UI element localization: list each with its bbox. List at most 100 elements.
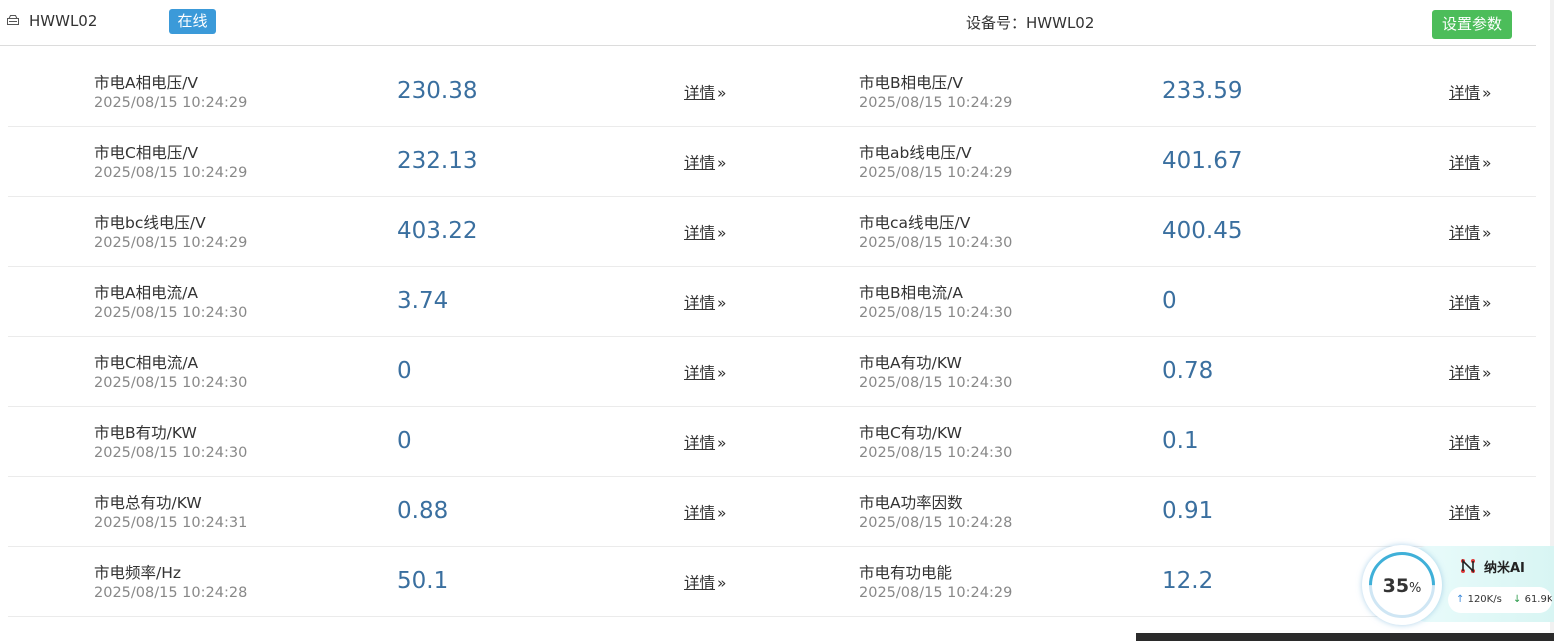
reading-label: 市电有功电能 bbox=[859, 564, 953, 582]
detail-link[interactable]: 详情» bbox=[684, 571, 727, 593]
table-row: 市电C相电流/A 2025/08/15 10:24:30 0 详情» 市电A有功/KW 2… bbox=[8, 337, 1536, 407]
table-row: 市电总有功/KW 2025/08/15 10:24:31 0.88 详情» 市电A功率因… bbox=[8, 477, 1536, 547]
reading-value: 0.78 bbox=[1162, 358, 1214, 384]
set-parameters-button[interactable]: 设置参数 bbox=[1432, 10, 1512, 39]
double-chevron-icon: » bbox=[1482, 504, 1492, 522]
detail-link[interactable]: 详情» bbox=[684, 501, 727, 523]
reading-label: 市电A相电流/A bbox=[94, 284, 198, 302]
device-header: HWWL02 在线 设备号：HWWL02 设置参数 bbox=[0, 0, 1536, 46]
reading-value: 232.13 bbox=[397, 148, 478, 174]
detail-link[interactable]: 详情» bbox=[1449, 361, 1492, 383]
reading-timestamp: 2025/08/15 10:24:30 bbox=[859, 375, 1013, 391]
double-chevron-icon: » bbox=[717, 84, 727, 102]
table-row: 市电A相电压/V 2025/08/15 10:24:29 230.38 详情» 市电B相… bbox=[8, 57, 1536, 127]
detail-link[interactable]: 详情» bbox=[684, 431, 727, 453]
table-row: 市电B有功/KW 2025/08/15 10:24:30 0 详情» 市电C有功/KW 2… bbox=[8, 407, 1536, 477]
reading-label: 市电ab线电压/V bbox=[859, 144, 972, 162]
reading-label: 市电B相电压/V bbox=[859, 74, 963, 92]
reading-value: 0.91 bbox=[1162, 498, 1214, 524]
reading-timestamp: 2025/08/15 10:24:30 bbox=[859, 305, 1013, 321]
speed-widget[interactable]: 35% 纳米AI ↑ 120K/s ↓ 61.9K/s bbox=[1355, 538, 1554, 632]
double-chevron-icon: » bbox=[1482, 294, 1492, 312]
device-name: HWWL02 bbox=[29, 12, 98, 30]
double-chevron-icon: » bbox=[717, 574, 727, 592]
reading-label: 市电C相电流/A bbox=[94, 354, 199, 372]
reading-timestamp: 2025/08/15 10:24:28 bbox=[94, 585, 248, 601]
double-chevron-icon: » bbox=[1482, 364, 1492, 382]
reading-value: 401.67 bbox=[1162, 148, 1243, 174]
reading-label: 市电ca线电压/V bbox=[859, 214, 971, 232]
reading-value: 0.88 bbox=[397, 498, 449, 524]
double-chevron-icon: » bbox=[717, 154, 727, 172]
reading-label: 市电B有功/KW bbox=[94, 424, 197, 442]
double-chevron-icon: » bbox=[717, 224, 727, 242]
table-row: 市电频率/Hz 2025/08/15 10:24:28 50.1 详情» 市电有功电能 2… bbox=[8, 547, 1536, 617]
reading-label: 市电C有功/KW bbox=[859, 424, 962, 442]
cpu-gauge[interactable]: 35% bbox=[1355, 538, 1449, 632]
detail-link[interactable]: 详情» bbox=[684, 151, 727, 173]
reading-timestamp: 2025/08/15 10:24:30 bbox=[859, 445, 1013, 461]
readings-list: 市电A相电压/V 2025/08/15 10:24:29 230.38 详情» 市电B相… bbox=[8, 57, 1536, 617]
detail-link[interactable]: 详情» bbox=[1449, 151, 1492, 173]
double-chevron-icon: » bbox=[1482, 224, 1492, 242]
down-arrow-icon: ↓ bbox=[1513, 594, 1522, 605]
detail-link[interactable]: 详情» bbox=[684, 221, 727, 243]
reading-value: 403.22 bbox=[397, 218, 478, 244]
reading-value: 50.1 bbox=[397, 568, 449, 594]
reading-value: 3.74 bbox=[397, 288, 449, 314]
reading-timestamp: 2025/08/15 10:24:29 bbox=[859, 585, 1013, 601]
reading-timestamp: 2025/08/15 10:24:29 bbox=[859, 165, 1013, 181]
reading-value: 0 bbox=[397, 358, 412, 384]
reading-timestamp: 2025/08/15 10:24:29 bbox=[94, 235, 248, 251]
reading-value: 12.2 bbox=[1162, 568, 1214, 594]
detail-link[interactable]: 详情» bbox=[1449, 81, 1492, 103]
reading-timestamp: 2025/08/15 10:24:30 bbox=[94, 305, 248, 321]
device-number: 设备号：HWWL02 bbox=[966, 14, 1095, 32]
detail-link[interactable]: 详情» bbox=[684, 361, 727, 383]
table-row: 市电bc线电压/V 2025/08/15 10:24:29 403.22 详情» 市电c… bbox=[8, 197, 1536, 267]
reading-timestamp: 2025/08/15 10:24:31 bbox=[94, 515, 248, 531]
reading-label: 市电A相电压/V bbox=[94, 74, 198, 92]
double-chevron-icon: » bbox=[717, 504, 727, 522]
reading-label: 市电bc线电压/V bbox=[94, 214, 206, 232]
reading-value: 0.1 bbox=[1162, 428, 1199, 454]
upload-speed: 120K/s bbox=[1467, 594, 1502, 605]
reading-value: 230.38 bbox=[397, 78, 478, 104]
network-stats: ↑ 120K/s ↓ 61.9K/s bbox=[1448, 587, 1552, 613]
double-chevron-icon: » bbox=[1482, 434, 1492, 452]
detail-link[interactable]: 详情» bbox=[1449, 221, 1492, 243]
up-arrow-icon: ↑ bbox=[1456, 594, 1465, 605]
device-icon bbox=[7, 15, 19, 25]
reading-value: 0 bbox=[1162, 288, 1177, 314]
double-chevron-icon: » bbox=[717, 434, 727, 452]
reading-value: 233.59 bbox=[1162, 78, 1243, 104]
double-chevron-icon: » bbox=[717, 364, 727, 382]
reading-timestamp: 2025/08/15 10:24:28 bbox=[859, 515, 1013, 531]
reading-label: 市电B相电流/A bbox=[859, 284, 963, 302]
double-chevron-icon: » bbox=[1482, 84, 1492, 102]
reading-timestamp: 2025/08/15 10:24:29 bbox=[94, 165, 248, 181]
logo-icon bbox=[1461, 559, 1475, 573]
detail-link[interactable]: 详情» bbox=[684, 291, 727, 313]
reading-value: 400.45 bbox=[1162, 218, 1243, 244]
detail-link[interactable]: 详情» bbox=[1449, 501, 1492, 523]
reading-timestamp: 2025/08/15 10:24:30 bbox=[859, 235, 1013, 251]
reading-value: 0 bbox=[397, 428, 412, 454]
double-chevron-icon: » bbox=[717, 294, 727, 312]
reading-label: 市电频率/Hz bbox=[94, 564, 182, 582]
reading-timestamp: 2025/08/15 10:24:29 bbox=[859, 95, 1013, 111]
reading-label: 市电A有功/KW bbox=[859, 354, 962, 372]
detail-link[interactable]: 详情» bbox=[1449, 431, 1492, 453]
gauge-percent: 35% bbox=[1382, 575, 1422, 597]
table-row: 市电A相电流/A 2025/08/15 10:24:30 3.74 详情» 市电B相电流… bbox=[8, 267, 1536, 337]
widget-brand: 纳米AI bbox=[1484, 561, 1525, 576]
reading-label: 市电C相电压/V bbox=[94, 144, 199, 162]
table-row: 市电C相电压/V 2025/08/15 10:24:29 232.13 详情» 市电ab… bbox=[8, 127, 1536, 197]
double-chevron-icon: » bbox=[1482, 154, 1492, 172]
status-badge: 在线 bbox=[169, 9, 216, 34]
reading-label: 市电A功率因数 bbox=[859, 494, 963, 512]
reading-timestamp: 2025/08/15 10:24:30 bbox=[94, 445, 248, 461]
download-speed: 61.9K/s bbox=[1524, 594, 1552, 605]
detail-link[interactable]: 详情» bbox=[684, 81, 727, 103]
detail-link[interactable]: 详情» bbox=[1449, 291, 1492, 313]
